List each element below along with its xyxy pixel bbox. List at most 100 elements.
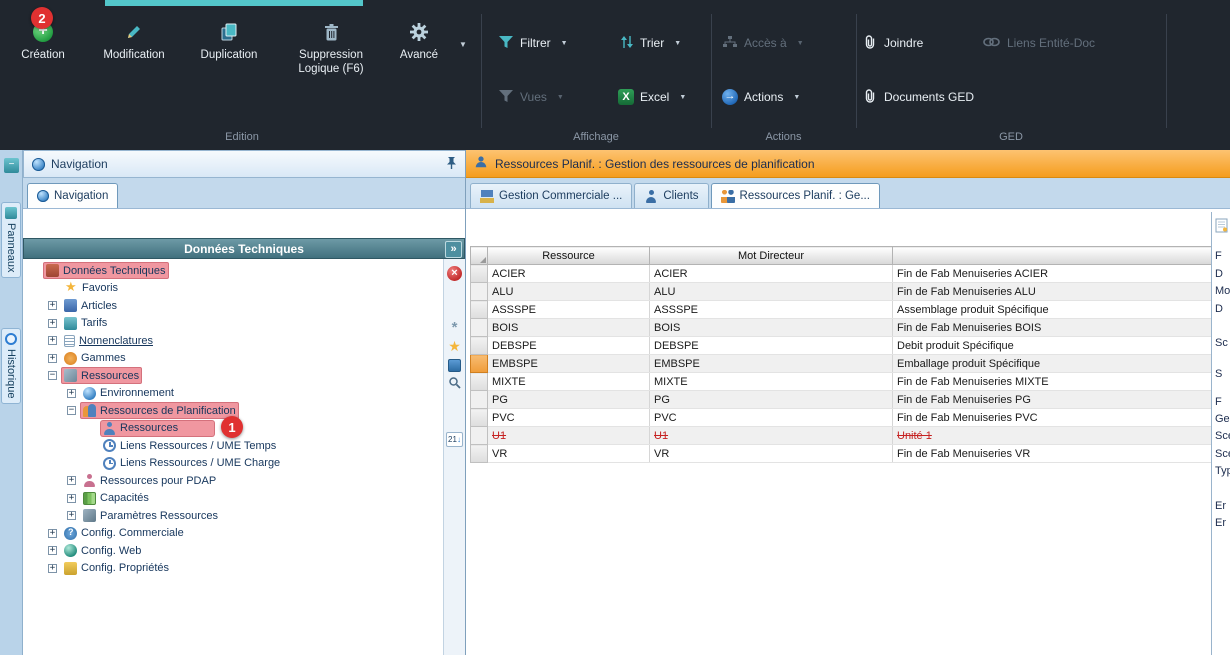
cell[interactable]: Fin de Fab Menuiseries MIXTE: [893, 373, 1212, 391]
tab-navigation[interactable]: Navigation: [27, 183, 118, 208]
cell[interactable]: MIXTE: [650, 373, 893, 391]
row-selector[interactable]: [471, 373, 488, 391]
close-all-button[interactable]: ×: [446, 265, 463, 282]
expand-icon[interactable]: +: [48, 336, 57, 345]
row-selector[interactable]: [471, 445, 488, 463]
avance-button[interactable]: Avancé: [390, 22, 448, 62]
cell[interactable]: DEBSPE: [488, 337, 650, 355]
expand-icon[interactable]: +: [67, 494, 76, 503]
row-selector[interactable]: [471, 265, 488, 283]
filtrer-button[interactable]: Filtrer ▼: [498, 32, 568, 54]
cell[interactable]: MIXTE: [488, 373, 650, 391]
actions-button[interactable]: → Actions ▼: [722, 86, 800, 108]
cell[interactable]: PG: [488, 391, 650, 409]
row-selector[interactable]: [471, 319, 488, 337]
cell[interactable]: Fin de Fab Menuiseries ALU: [893, 283, 1212, 301]
cell[interactable]: Fin de Fab Menuiseries ACIER: [893, 265, 1212, 283]
cell[interactable]: Assemblage produit Spécifique: [893, 301, 1212, 319]
expand-icon[interactable]: +: [67, 476, 76, 485]
tree-item-environnement[interactable]: +Environnement: [23, 385, 443, 403]
cell[interactable]: Fin de Fab Menuiseries PG: [893, 391, 1212, 409]
documents-ged-button[interactable]: Documents GED: [862, 86, 974, 108]
table-row-debspe[interactable]: DEBSPEDEBSPEDebit produit Spécifique: [471, 337, 1212, 355]
suppression-button[interactable]: Suppression Logique (F6): [282, 22, 380, 77]
expand-icon[interactable]: +: [48, 319, 57, 328]
table-row-pg[interactable]: PGPGFin de Fab Menuiseries PG: [471, 391, 1212, 409]
table-row-mixte[interactable]: MIXTEMIXTEFin de Fab Menuiseries MIXTE: [471, 373, 1212, 391]
cell[interactable]: PVC: [650, 409, 893, 427]
cell[interactable]: PVC: [488, 409, 650, 427]
tree-item-liens-ressources-ume-charge[interactable]: Liens Ressources / UME Charge: [23, 455, 443, 473]
tree-item-config-proprietes[interactable]: +Config. Propriétés: [23, 560, 443, 578]
tree-item-nomenclatures[interactable]: +Nomenclatures: [23, 332, 443, 350]
panel-view-button[interactable]: [446, 357, 463, 374]
tree-item-config-web[interactable]: +Config. Web: [23, 542, 443, 560]
side-tab-panneaux[interactable]: Panneaux: [1, 202, 21, 278]
pin-icon[interactable]: [446, 156, 457, 173]
cell[interactable]: Debit produit Spécifique: [893, 337, 1212, 355]
tab-ressources-planif-ge[interactable]: Ressources Planif. : Ge...: [711, 183, 880, 208]
tab-gestion-commerciale[interactable]: Gestion Commerciale ...: [470, 183, 632, 208]
tree-item-gammes[interactable]: +Gammes: [23, 350, 443, 368]
cell[interactable]: Fin de Fab Menuiseries VR: [893, 445, 1212, 463]
tree-item-donnees-techniques[interactable]: Données Techniques: [23, 262, 443, 280]
expand-icon[interactable]: +: [48, 354, 57, 363]
table-row-embspe[interactable]: EMBSPEEMBSPEEmballage produit Spécifique: [471, 355, 1212, 373]
cell[interactable]: Unité 1: [893, 427, 1212, 445]
table-row-pvc[interactable]: PVCPVCFin de Fab Menuiseries PVC: [471, 409, 1212, 427]
table-row-bois[interactable]: BOISBOISFin de Fab Menuiseries BOIS: [471, 319, 1212, 337]
tab-clients[interactable]: Clients: [634, 183, 708, 208]
trier-button[interactable]: Trier ▼: [620, 32, 681, 54]
cell[interactable]: U1: [650, 427, 893, 445]
row-selector[interactable]: [471, 409, 488, 427]
column-header-mot-directeur[interactable]: Mot Directeur: [650, 247, 893, 265]
expand-icon[interactable]: +: [67, 511, 76, 520]
tree-item-tarifs[interactable]: +Tarifs: [23, 315, 443, 333]
sort-numeric-button[interactable]: 21: [446, 431, 463, 448]
cell[interactable]: ACIER: [650, 265, 893, 283]
table-row-u1[interactable]: U1U1Unité 1: [471, 427, 1212, 445]
expand-icon[interactable]: +: [67, 389, 76, 398]
joindre-button[interactable]: Joindre: [862, 32, 923, 54]
grid-corner-cell[interactable]: [471, 247, 488, 265]
cell[interactable]: ALU: [488, 283, 650, 301]
collapse-icon[interactable]: −: [48, 371, 57, 380]
tree-item-capacites[interactable]: +Capacités: [23, 490, 443, 508]
expand-icon[interactable]: +: [48, 301, 57, 310]
row-selector[interactable]: [471, 337, 488, 355]
cell[interactable]: ALU: [650, 283, 893, 301]
table-row-alu[interactable]: ALUALUFin de Fab Menuiseries ALU: [471, 283, 1212, 301]
collapse-icon[interactable]: −: [67, 406, 76, 415]
duplication-button[interactable]: Duplication: [186, 22, 272, 62]
collapse-tree-button[interactable]: *: [446, 319, 463, 336]
cell[interactable]: ACIER: [488, 265, 650, 283]
trier-dropdown-icon[interactable]: ▼: [674, 40, 681, 47]
row-selector[interactable]: [471, 427, 488, 445]
actions-dropdown-icon[interactable]: ▼: [793, 94, 800, 101]
column-header[interactable]: [893, 247, 1212, 265]
tree-item-config-commerciale[interactable]: +Config. Commerciale: [23, 525, 443, 543]
tree-item-articles[interactable]: +Articles: [23, 297, 443, 315]
filtrer-dropdown-icon[interactable]: ▼: [561, 40, 568, 47]
cell[interactable]: Fin de Fab Menuiseries PVC: [893, 409, 1212, 427]
row-selector[interactable]: [471, 301, 488, 319]
row-selector[interactable]: [471, 283, 488, 301]
tree-item-ressources-pour-pdap[interactable]: +Ressources pour PDAP: [23, 472, 443, 490]
cell[interactable]: Fin de Fab Menuiseries BOIS: [893, 319, 1212, 337]
expand-icon[interactable]: +: [48, 546, 57, 555]
current-row-indicator[interactable]: [471, 355, 488, 373]
cell[interactable]: U1: [488, 427, 650, 445]
collapse-dock-icon[interactable]: −: [4, 158, 19, 173]
cell[interactable]: EMBSPE: [650, 355, 893, 373]
cell[interactable]: VR: [650, 445, 893, 463]
collapse-chevron-button[interactable]: »: [445, 241, 462, 258]
tree-item-parametres-ressources[interactable]: +Paramètres Ressources: [23, 507, 443, 525]
modification-button[interactable]: Modification: [88, 22, 180, 62]
cell[interactable]: BOIS: [650, 319, 893, 337]
row-selector[interactable]: [471, 391, 488, 409]
excel-dropdown-icon[interactable]: ▼: [679, 94, 686, 101]
tree-item-favoris[interactable]: Favoris: [23, 280, 443, 298]
cell[interactable]: ASSSPE: [488, 301, 650, 319]
table-row-acier[interactable]: ACIERACIERFin de Fab Menuiseries ACIER: [471, 265, 1212, 283]
expand-icon[interactable]: +: [48, 564, 57, 573]
